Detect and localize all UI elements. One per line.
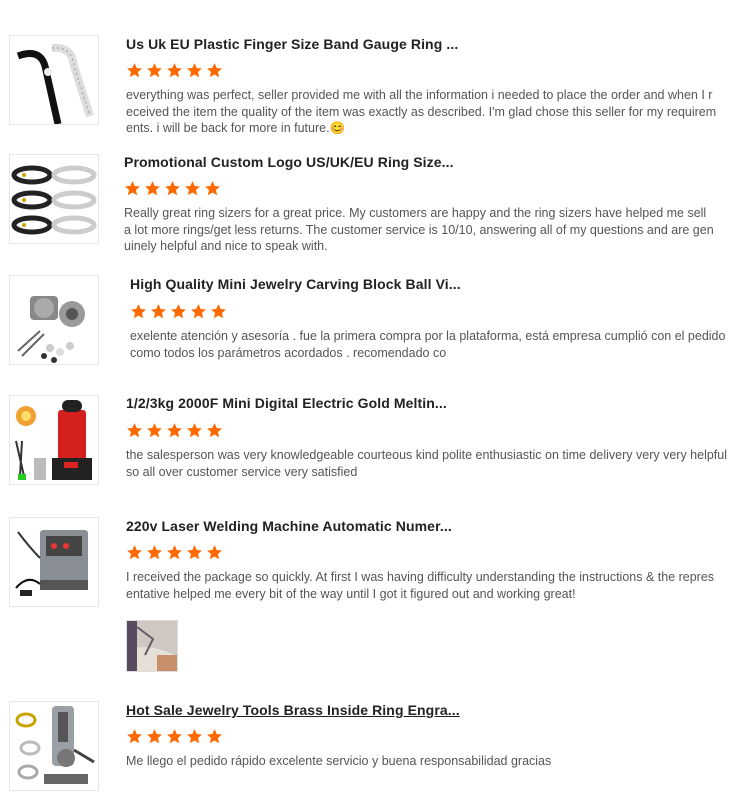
star-icon xyxy=(207,63,222,78)
product-thumbnail-carving-block[interactable] xyxy=(9,275,99,365)
star-icon xyxy=(127,545,142,560)
review-photo[interactable] xyxy=(126,620,178,672)
star-icon xyxy=(165,181,180,196)
rating-stars xyxy=(126,62,223,80)
product-title[interactable]: Promotional Custom Logo US/UK/EU Ring Si… xyxy=(124,154,454,170)
star-icon xyxy=(205,181,220,196)
star-icon xyxy=(191,304,206,319)
smile-emoji-icon: 😊 xyxy=(329,121,346,135)
review-text: exelente atención y asesoría . fue la pr… xyxy=(130,329,726,360)
star-icon xyxy=(151,304,166,319)
star-icon xyxy=(145,181,160,196)
star-icon xyxy=(187,729,202,744)
star-icon xyxy=(211,304,226,319)
product-thumbnail-laser-welding-machine[interactable] xyxy=(9,517,99,607)
star-icon xyxy=(171,304,186,319)
star-icon xyxy=(127,63,142,78)
star-icon xyxy=(185,181,200,196)
star-icon xyxy=(207,545,222,560)
review-text: everything was perfect, seller provided … xyxy=(126,88,717,135)
star-icon xyxy=(147,423,162,438)
star-icon xyxy=(167,423,182,438)
product-title[interactable]: 1/2/3kg 2000F Mini Digital Electric Gold… xyxy=(126,395,447,411)
star-icon xyxy=(147,545,162,560)
review-text: Me llego el pedido rápido excelente serv… xyxy=(126,754,552,768)
star-icon xyxy=(127,729,142,744)
product-title[interactable]: Hot Sale Jewelry Tools Brass Inside Ring… xyxy=(126,702,460,718)
star-icon xyxy=(167,545,182,560)
rating-stars xyxy=(126,544,223,562)
rating-stars xyxy=(124,180,221,198)
star-icon xyxy=(147,63,162,78)
star-icon xyxy=(207,423,222,438)
star-icon xyxy=(131,304,146,319)
product-thumbnail-custom-ring-sizer[interactable] xyxy=(9,154,99,244)
review-text: Really great ring sizers for a great pri… xyxy=(124,206,714,253)
rating-stars xyxy=(126,422,223,440)
star-icon xyxy=(187,545,202,560)
star-icon xyxy=(167,63,182,78)
star-icon xyxy=(147,729,162,744)
rating-stars xyxy=(126,728,223,746)
rating-stars xyxy=(130,303,227,321)
product-thumbnail-gold-melting-furnace[interactable] xyxy=(9,395,99,485)
star-icon xyxy=(125,181,140,196)
star-icon xyxy=(187,63,202,78)
product-title[interactable]: Us Uk EU Plastic Finger Size Band Gauge … xyxy=(126,36,458,52)
review-text: the salesperson was very knowledgeable c… xyxy=(126,448,728,479)
product-title[interactable]: 220v Laser Welding Machine Automatic Num… xyxy=(126,518,452,534)
product-thumbnail-ring-engraving-tool[interactable] xyxy=(9,701,99,791)
product-title[interactable]: High Quality Mini Jewelry Carving Block … xyxy=(130,276,461,292)
review-text: I received the package so quickly. At fi… xyxy=(126,570,715,601)
product-thumbnail-ring-size-gauge[interactable] xyxy=(9,35,99,125)
star-icon xyxy=(187,423,202,438)
star-icon xyxy=(167,729,182,744)
star-icon xyxy=(127,423,142,438)
star-icon xyxy=(207,729,222,744)
